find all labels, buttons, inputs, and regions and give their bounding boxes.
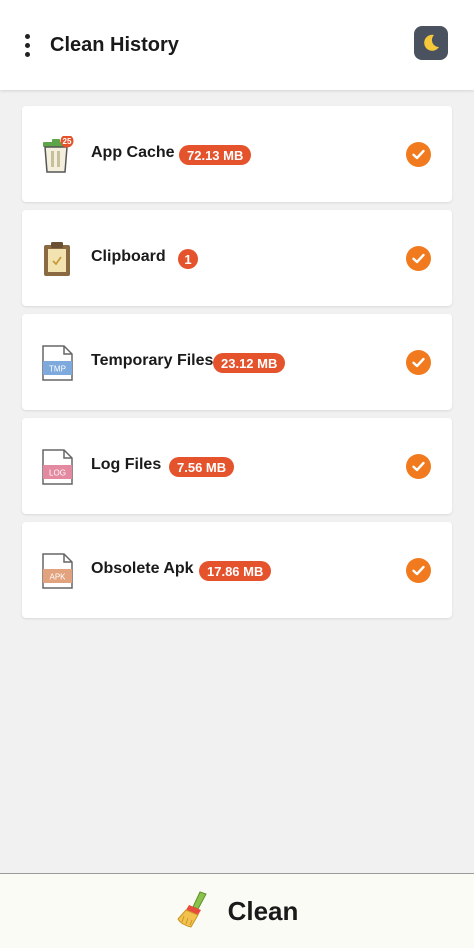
item-label: Log Files xyxy=(91,456,162,473)
check-icon[interactable] xyxy=(406,454,431,479)
size-badge: 17.86 MB xyxy=(199,561,272,581)
broom-icon xyxy=(176,889,214,934)
clean-label: Clean xyxy=(227,895,299,926)
item-label: App Cache xyxy=(91,144,175,161)
clean-button[interactable]: Clean xyxy=(0,873,474,948)
list-item-app-cache[interactable]: 25 App Cache 72.13 MB xyxy=(22,106,452,202)
file-type-label: LOG xyxy=(49,469,66,478)
size-badge: 23.12 MB xyxy=(213,353,286,373)
app-bar: Clean History xyxy=(0,0,474,90)
list-item-temporary-files[interactable]: TMP Temporary Files 23.12 MB xyxy=(22,314,452,410)
list-item-obsolete-apk[interactable]: APK Obsolete Apk 17.86 MB xyxy=(22,522,452,618)
list-item-clipboard[interactable]: Clipboard 1 xyxy=(22,210,452,306)
log-file-icon: LOG xyxy=(40,448,74,486)
icon-count-badge: 25 xyxy=(63,137,72,146)
check-icon[interactable] xyxy=(406,142,431,167)
item-label: Clipboard xyxy=(91,248,166,265)
item-label: Temporary Files xyxy=(91,352,214,369)
clipboard-icon xyxy=(40,240,74,278)
check-icon[interactable] xyxy=(406,558,431,583)
count-badge: 1 xyxy=(178,249,198,269)
page-title: Clean History xyxy=(50,33,179,56)
size-badge: 7.56 MB xyxy=(169,457,235,477)
moon-icon[interactable] xyxy=(414,26,448,60)
more-vert-icon[interactable] xyxy=(12,25,42,65)
apk-file-icon: APK xyxy=(40,552,74,590)
item-label: Obsolete Apk xyxy=(91,560,194,577)
trash-can-icon: 25 xyxy=(40,134,74,174)
check-icon[interactable] xyxy=(406,246,431,271)
size-badge: 72.13 MB xyxy=(179,145,252,165)
tmp-file-icon: TMP xyxy=(40,344,74,382)
check-icon[interactable] xyxy=(406,350,431,375)
clean-list: 25 App Cache 72.13 MB Clipboard 1 TMP Te… xyxy=(22,106,452,626)
file-type-label: TMP xyxy=(49,365,66,374)
list-item-log-files[interactable]: LOG Log Files 7.56 MB xyxy=(22,418,452,514)
file-type-label: APK xyxy=(49,573,66,582)
